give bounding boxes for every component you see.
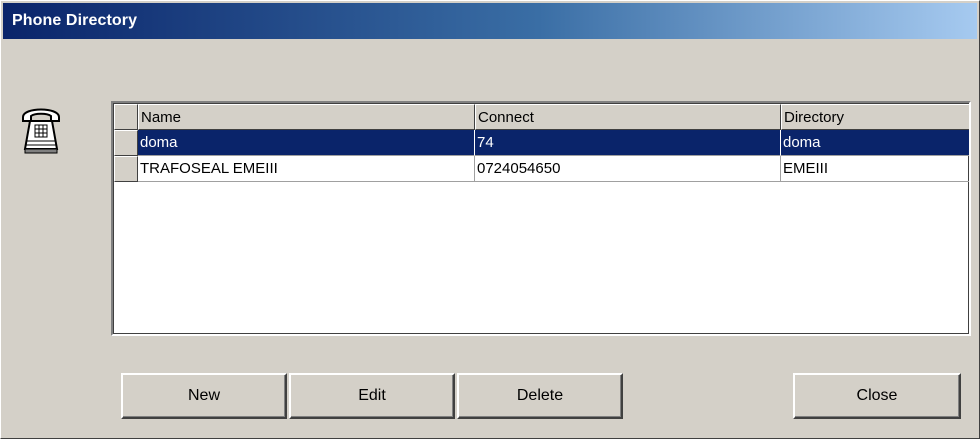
cell-directory[interactable]: doma [781,130,969,156]
cell-name[interactable]: TRAFOSEAL EMEIII [138,156,475,182]
edit-button-label: Edit [358,387,386,404]
column-header-name[interactable]: Name [138,104,475,130]
cell-directory[interactable]: EMEIII [781,156,969,182]
column-header-connect[interactable]: Connect [475,104,781,130]
close-button-label: Close [856,387,898,404]
new-button-label: New [187,387,220,404]
cell-name[interactable]: doma [138,130,475,156]
cell-connect[interactable]: 74 [475,130,781,156]
new-button[interactable]: New [121,373,287,419]
header-indicator-cell [114,104,138,130]
directory-table[interactable]: Name Connect Directory doma 74 doma TRAF… [111,101,971,336]
delete-button[interactable]: Delete [457,373,623,419]
row-indicator[interactable] [114,156,138,182]
telephone-icon [21,101,61,157]
delete-button-label: Delete [516,387,564,404]
cell-connect[interactable]: 0724054650 [475,156,781,182]
close-button[interactable]: Close [793,373,961,419]
table-row[interactable]: doma 74 doma [114,130,969,156]
title-bar[interactable]: Phone Directory [3,3,977,39]
table-row[interactable]: TRAFOSEAL EMEIII 0724054650 EMEIII [114,156,969,182]
row-indicator[interactable] [114,130,138,156]
phone-directory-window: Phone Directory Name Connect Directory d… [0,0,980,439]
window-title: Phone Directory [12,12,138,29]
directory-table-body: Name Connect Directory doma 74 doma TRAF… [114,104,969,333]
column-header-directory[interactable]: Directory [781,104,969,130]
table-header-row: Name Connect Directory [114,104,969,130]
edit-button[interactable]: Edit [289,373,455,419]
